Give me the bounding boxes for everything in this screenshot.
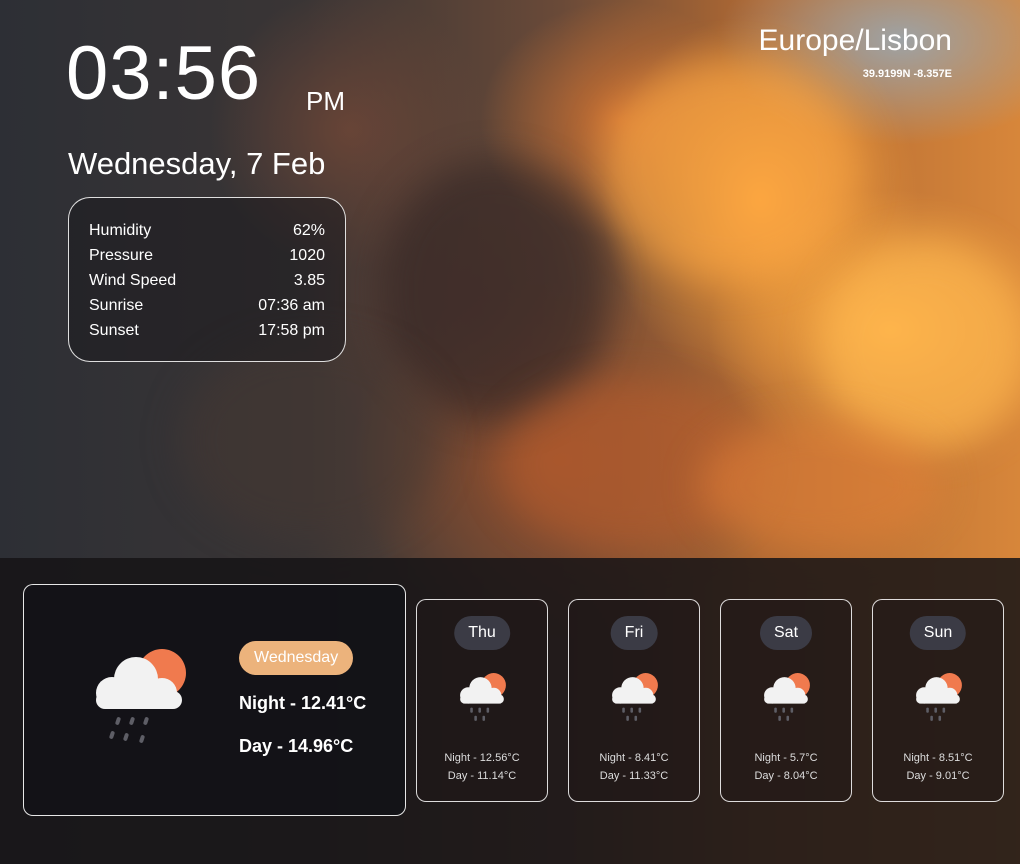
stat-value: 1020	[289, 247, 325, 264]
forecast-day-badge: Sun	[909, 616, 967, 650]
stat-pressure: Pressure 1020	[89, 243, 325, 268]
forecast-night-temp: Night - 8.41°C	[599, 752, 669, 764]
coordinates-label: 39.9199N -8.357E	[862, 68, 952, 80]
stat-sunrise: Sunrise 07:36 am	[89, 293, 325, 318]
cloud-sun-rain-icon	[460, 673, 506, 721]
stat-value: 3.85	[293, 272, 325, 289]
stat-sunset: Sunset 17:58 pm	[89, 318, 325, 343]
current-date: Wednesday, 7 Feb	[68, 146, 326, 181]
forecast-day-badge: Sat	[759, 616, 813, 650]
forecast-night-temp: Night - 5.7°C	[754, 752, 818, 764]
forecast-day-badge: Fri	[610, 616, 658, 650]
cloud-sun-rain-icon	[916, 673, 962, 721]
forecast-day-temp: Day - 8.04°C	[754, 770, 818, 782]
forecast-card-sun: Sun Night - 8.51°C Day - 9.01°C	[872, 599, 1004, 802]
stat-label: Humidity	[89, 222, 152, 239]
clock-time: 03:56	[66, 31, 262, 116]
forecast-day-temp: Day - 9.01°C	[906, 770, 970, 782]
forecast-night-temp: Night - 8.51°C	[903, 752, 973, 764]
stat-humidity: Humidity 62%	[89, 218, 325, 243]
forecast-night-temp: Night - 12.56°C	[444, 752, 520, 764]
timezone-label: Europe/Lisbon	[758, 24, 952, 57]
cloud-sun-rain-icon	[764, 673, 810, 721]
stat-label: Pressure	[89, 247, 154, 264]
forecast-day-badge: Thu	[454, 616, 510, 650]
stat-label: Wind Speed	[89, 272, 177, 289]
today-night-temp: Night - 12.41°C	[239, 693, 367, 713]
forecast-card-sat: Sat Night - 5.7°C Day - 8.04°C	[720, 599, 852, 802]
forecast-card-fri: Fri Night - 8.41°C Day - 11.33°C	[568, 599, 700, 802]
stat-wind-speed: Wind Speed 3.85	[89, 268, 325, 293]
stat-value: 17:58 pm	[258, 322, 325, 339]
today-day-badge: Wednesday	[239, 641, 354, 675]
stat-value: 07:36 am	[258, 297, 325, 314]
stat-label: Sunrise	[89, 297, 144, 314]
weather-stats-box: Humidity 62% Pressure 1020 Wind Speed 3.…	[68, 197, 346, 362]
clock-ampm: PM	[306, 86, 345, 116]
cloud-sun-rain-icon	[612, 673, 658, 721]
stat-value: 62%	[292, 222, 325, 239]
forecast-day-temp: Day - 11.33°C	[599, 770, 669, 782]
today-day-temp: Day - 14.96°C	[239, 736, 354, 756]
cloud-sun-rain-icon	[96, 649, 186, 743]
forecast-day-temp: Day - 11.14°C	[447, 770, 517, 782]
stat-label: Sunset	[89, 322, 139, 339]
today-forecast-card: Wednesday Night - 12.41°C Day - 14.96°C	[23, 584, 406, 816]
forecast-card-thu: Thu Night - 12.56°C Day - 11.14°C	[416, 599, 548, 802]
